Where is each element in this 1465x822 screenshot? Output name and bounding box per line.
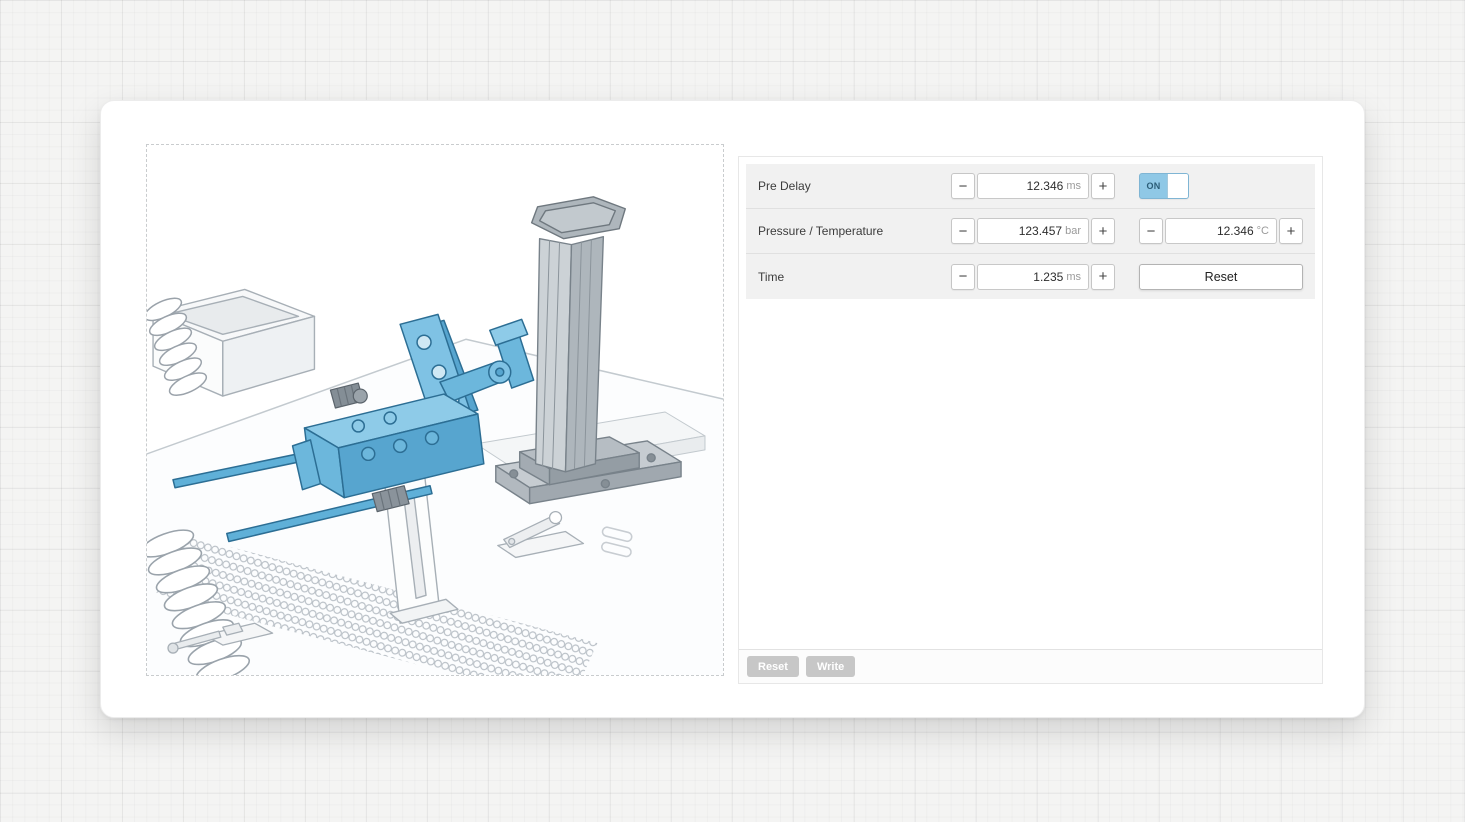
temperature-value: 12.346 [1217,224,1254,238]
pre-delay-stepper: − 12.346 ms + [951,173,1115,199]
model-viewport [146,144,724,676]
temperature-input[interactable]: 12.346 °C [1165,218,1277,244]
pre-delay-input[interactable]: 12.346 ms [977,173,1089,199]
temperature-increment-button[interactable]: + [1279,218,1303,244]
time-increment-button[interactable]: + [1091,264,1115,290]
footer-reset-button[interactable]: Reset [747,656,799,677]
settings-rows: Pre Delay − 12.346 ms + ON [746,164,1315,299]
pressure-decrement-button[interactable]: − [951,218,975,244]
toggle-on-label: ON [1140,174,1167,198]
pressure-value: 123.457 [1019,224,1062,238]
pressure-temperature-controls: − 123.457 bar + − 12.346 °C [951,218,1303,244]
setting-row-pre-delay: Pre Delay − 12.346 ms + ON [746,164,1315,209]
setting-row-time: Time − 1.235 ms + Reset [746,254,1315,299]
pressure-input[interactable]: 123.457 bar [977,218,1089,244]
pressure-stepper: − 123.457 bar + [951,218,1115,244]
temperature-decrement-button[interactable]: − [1139,218,1163,244]
app-window: Pre Delay − 12.346 ms + ON [100,100,1365,718]
setting-row-pressure-temperature: Pressure / Temperature − 123.457 bar + − [746,209,1315,254]
time-label: Time [758,270,784,284]
panel-body [739,306,1322,649]
pre-delay-decrement-button[interactable]: − [951,173,975,199]
time-value: 1.235 [1033,270,1063,284]
control-panel: Pre Delay − 12.346 ms + ON [738,156,1323,684]
pre-delay-toggle[interactable]: ON [1139,173,1189,199]
pre-delay-unit: ms [1066,180,1081,192]
pressure-unit: bar [1065,225,1081,237]
time-reset-button[interactable]: Reset [1139,264,1303,290]
pre-delay-increment-button[interactable]: + [1091,173,1115,199]
pressure-temperature-label: Pressure / Temperature [758,224,883,238]
time-decrement-button[interactable]: − [951,264,975,290]
toggle-knob [1167,174,1188,198]
time-controls: − 1.235 ms + Reset [951,264,1303,290]
temperature-stepper: − 12.346 °C + [1139,218,1303,244]
time-second-col: Reset [1139,264,1303,290]
machine-illustration [147,145,723,675]
temperature-unit: °C [1257,225,1269,237]
time-unit: ms [1066,271,1081,283]
panel-footer: Reset Write [739,649,1322,683]
pre-delay-controls: − 12.346 ms + ON [951,173,1303,199]
pre-delay-value: 12.346 [1027,179,1064,193]
pressure-increment-button[interactable]: + [1091,218,1115,244]
pre-delay-second-col: ON [1139,173,1303,199]
footer-write-button[interactable]: Write [806,656,855,677]
time-stepper: − 1.235 ms + [951,264,1115,290]
temperature-second-col: − 12.346 °C + [1139,218,1303,244]
time-input[interactable]: 1.235 ms [977,264,1089,290]
pre-delay-label: Pre Delay [758,179,811,193]
desktop-background: { "colors": { "accent_blue": "#5fb0d8", … [0,0,1465,822]
